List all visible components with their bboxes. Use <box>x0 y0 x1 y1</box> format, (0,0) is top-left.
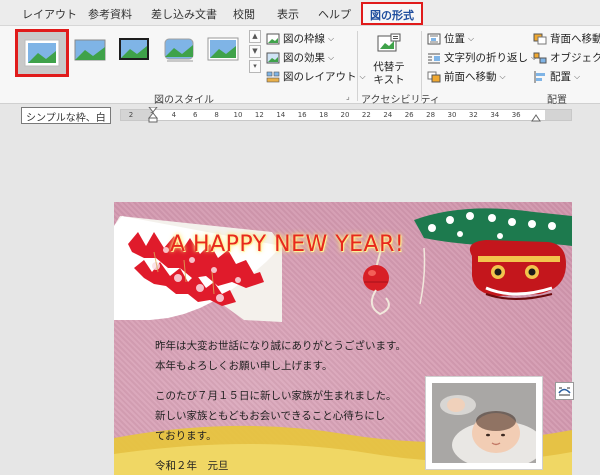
style-tooltip: シンプルな枠、白 <box>21 107 111 124</box>
align-button[interactable]: 配置 ⌵ <box>533 69 580 84</box>
body-line-5: ております。 <box>155 430 217 442</box>
picture-style-simple-frame-white[interactable] <box>15 29 69 77</box>
ruler-tick-label: 36 <box>511 111 521 119</box>
alt-text-label-line2: キスト <box>373 74 405 86</box>
ruler-tick-label: 18 <box>319 111 329 119</box>
bring-forward-label: 前面へ移動 <box>444 71 497 83</box>
tab-help[interactable]: ヘルプ <box>318 6 351 22</box>
picture-style-3[interactable] <box>116 33 152 67</box>
picture-style-2[interactable] <box>72 33 108 67</box>
ruler-tick-label: 4 <box>171 111 177 119</box>
ruler-tick-label: 20 <box>340 111 350 119</box>
ribbon: ▲ ▼ ▾ 図の枠線 ⌵ 図の効果 ⌵ 図のレイアウト ⌵ 図のスタイル ⌟ 代替テ … <box>0 25 600 106</box>
greeting-title: A HAPPY NEW YEAR! <box>170 232 405 257</box>
send-backward-icon <box>533 33 547 44</box>
align-icon <box>534 70 545 83</box>
dialog-launcher-icon[interactable]: ⌟ <box>346 92 350 101</box>
send-backward-button[interactable]: 背面へ移動⌵ <box>533 31 600 46</box>
group-separator <box>421 31 422 101</box>
align-label: 配置 <box>550 71 571 83</box>
chevron-down-icon: ⌵ <box>328 33 335 43</box>
picture-styles-group-label: 図のスタイル <box>154 95 214 106</box>
right-indent-marker-icon[interactable] <box>531 114 541 122</box>
gallery-more-button[interactable]: ▾ <box>249 60 261 73</box>
send-backward-label: 背面へ移動 <box>550 33 600 45</box>
picture-style-preview-icon <box>207 37 239 61</box>
picture-style-4[interactable] <box>161 33 197 67</box>
accessibility-group-label: アクセシビリティ <box>361 95 440 106</box>
horizontal-ruler[interactable]: 224681012141618202224262830323436 <box>120 107 572 123</box>
picture-layout-button[interactable]: 図のレイアウト ⌵ <box>266 69 366 84</box>
selection-pane-icon <box>533 52 547 63</box>
ruler-tick-label: 12 <box>254 111 264 119</box>
ruler-tick-label: 16 <box>297 111 307 119</box>
ruler-tick-label: 14 <box>276 111 286 119</box>
gallery-scroll-up-button[interactable]: ▲ <box>249 30 261 43</box>
body-line-1: 昨年は大変お世話になり誠にありがとうございます。 <box>155 340 406 352</box>
gallery-scroll-down-button[interactable]: ▼ <box>249 45 261 58</box>
picture-style-preview-icon <box>119 38 149 60</box>
picture-style-preview-icon <box>74 39 106 61</box>
tab-references[interactable]: 参考資料 <box>88 6 132 22</box>
selection-pane-button[interactable]: オブジェクトの <box>533 50 600 65</box>
position-label: 位置 <box>444 33 465 45</box>
chevron-down-icon: ⌵ <box>468 33 475 43</box>
ruler-tick-label: 2 <box>128 111 134 119</box>
alt-text-button[interactable]: 代替テ キスト <box>364 31 414 87</box>
selection-pane-label: オブジェクトの <box>550 52 600 64</box>
layout-options-button[interactable] <box>555 382 574 400</box>
alt-text-icon <box>377 33 401 52</box>
picture-layout-label: 図のレイアウト <box>283 71 357 83</box>
picture-effects-icon <box>266 52 280 63</box>
tab-mailings[interactable]: 差し込み文書 <box>151 6 217 22</box>
ruler-tick-label: 22 <box>361 111 371 119</box>
position-icon <box>427 33 441 44</box>
baby-photo-frame[interactable] <box>425 376 543 470</box>
ruler-tick-label: 30 <box>447 111 457 119</box>
wrap-text-icon <box>428 53 440 63</box>
group-separator <box>357 31 358 101</box>
tab-picture-format[interactable]: 図の形式 <box>361 2 423 25</box>
body-line-4: 新しい家族ともどもお会いできること心待ちにし <box>155 410 386 422</box>
arrange-group-label: 配置 <box>547 95 567 106</box>
picture-border-button[interactable]: 図の枠線 ⌵ <box>266 31 334 46</box>
body-line-3: このたび７月１５日に新しい家族が生まれました。 <box>155 390 397 402</box>
picture-style-preview-icon <box>24 39 60 67</box>
wrap-text-label: 文字列の折り返し <box>444 52 528 64</box>
ruler-tick-label: 34 <box>490 111 500 119</box>
chevron-down-icon: ⌵ <box>499 71 506 81</box>
picture-style-preview-icon <box>164 38 194 62</box>
picture-effects-button[interactable]: 図の効果 ⌵ <box>266 50 334 65</box>
ruler-tick-label: 6 <box>192 111 198 119</box>
baby-photo <box>432 383 536 463</box>
baby-image-icon <box>432 383 536 463</box>
ruler-tick-label: 8 <box>214 111 219 119</box>
ruler-tick-label: 26 <box>404 111 414 119</box>
indent-marker-icon[interactable] <box>148 107 158 123</box>
tab-review[interactable]: 校閲 <box>233 6 255 22</box>
ruler-tick-label: 24 <box>383 111 393 119</box>
picture-border-label: 図の枠線 <box>283 33 325 45</box>
position-button[interactable]: 位置 ⌵ <box>427 31 474 46</box>
tab-layout[interactable]: レイアウト <box>22 6 77 22</box>
tab-view[interactable]: 表示 <box>277 6 299 22</box>
ruler-right-margin <box>545 110 571 120</box>
chevron-down-icon: ⌵ <box>328 52 335 62</box>
ruler-tick-label: 32 <box>468 111 478 119</box>
wrap-text-button[interactable]: 文字列の折り返し⌵ <box>427 50 537 65</box>
picture-layout-icon <box>266 71 280 82</box>
document-page[interactable]: A HAPPY NEW YEAR! 昨年は大変お世話になり誠にありがとうございま… <box>114 202 572 475</box>
bring-forward-button[interactable]: 前面へ移動 ⌵ <box>427 69 506 84</box>
picture-effects-label: 図の効果 <box>283 52 325 64</box>
body-line-6: 令和２年 元旦 <box>155 460 229 472</box>
picture-style-5[interactable] <box>205 33 241 67</box>
body-line-2: 本年もよろしくお願い申し上げます。 <box>155 360 333 372</box>
ruler-tick-label: 28 <box>426 111 436 119</box>
chevron-down-icon: ⌵ <box>574 71 581 81</box>
ruler-tick-label: 10 <box>233 111 243 119</box>
bring-forward-icon <box>427 71 441 82</box>
picture-border-icon <box>266 33 280 44</box>
layout-options-icon <box>558 387 571 396</box>
ribbon-tabs: レイアウト 参考資料 差し込み文書 校閲 表示 ヘルプ 図の形式 <box>0 0 600 27</box>
